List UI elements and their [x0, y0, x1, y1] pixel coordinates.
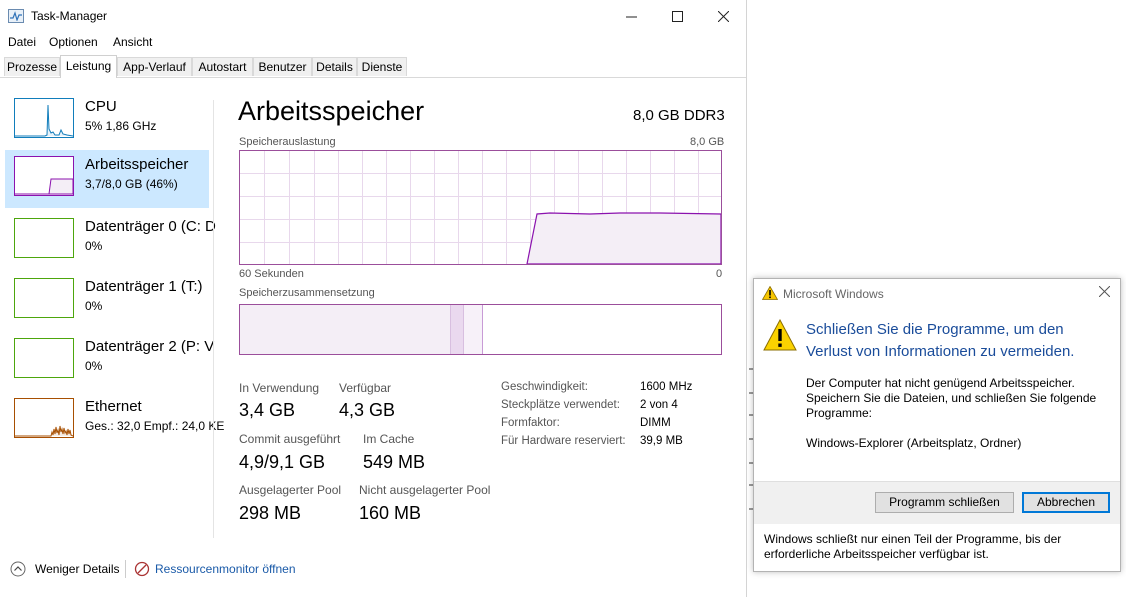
stat-committed-label: Commit ausgeführt [239, 432, 341, 446]
sidebar-item-sub: 0% [85, 239, 103, 253]
sidebar-item-name: Ethernet [85, 398, 142, 415]
detail-slots-key: Steckplätze verwendet: [501, 399, 620, 411]
dialog-program-name: Windows-Explorer (Arbeitsplatz, Ordner) [806, 436, 1022, 450]
menu-ansicht[interactable]: Ansicht [113, 35, 152, 49]
composition-in-use [240, 305, 451, 354]
dialog-body: Der Computer hat nicht genügend Arbeitss… [806, 376, 1097, 420]
stat-committed-value: 4,9/9,1 GB [239, 452, 326, 472]
tab-benutzer[interactable]: Benutzer [253, 57, 312, 76]
usage-graph-max: 8,0 GB [690, 136, 725, 148]
composition-standby [464, 305, 483, 354]
usage-graph-time-right: 0 [716, 268, 723, 280]
sidebar-item-name: CPU [85, 98, 117, 115]
page-title: Arbeitsspeicher [238, 96, 425, 126]
detail-reserved-key: Für Hardware reserviert: [501, 435, 626, 447]
sidebar-divider [213, 100, 214, 538]
dialog-close-button[interactable] [1098, 284, 1111, 301]
fewer-details-button[interactable] [10, 561, 26, 577]
tab-dienste[interactable]: Dienste [357, 57, 407, 76]
close-icon [717, 10, 729, 22]
task-manager-window: Task-Manager Datei Optionen Ansicht Proz… [0, 0, 747, 597]
close-button[interactable] [700, 0, 746, 32]
composition-label: Speicherzusammensetzung [239, 287, 375, 299]
sidebar-item-ethernet[interactable]: Ethernet Ges.: 32,0 Empf.: 24,0 KE [5, 392, 224, 450]
sidebar-item-arbeitsspeicher[interactable]: Arbeitsspeicher 3,7/8,0 GB (46%) [5, 150, 209, 208]
title-bar: Task-Manager [0, 0, 746, 32]
cancel-button[interactable]: Abbrechen [1022, 492, 1110, 513]
sidebar-item-name: Datenträger 0 (C: D [85, 218, 216, 235]
sidebar-item-cpu[interactable]: CPU 5% 1,86 GHz [5, 92, 209, 150]
stat-paged-pool-value: 298 MB [239, 503, 302, 523]
tab-autostart[interactable]: Autostart [192, 57, 253, 76]
sidebar-item-sub: Ges.: 32,0 Empf.: 24,0 KE [85, 419, 225, 433]
ethernet-thumbnail-graph [14, 398, 74, 438]
detail-reserved-value: 39,9 MB [640, 435, 683, 447]
sidebar-item-sub: 5% 1,86 GHz [85, 119, 157, 133]
stat-available-value: 4,3 GB [339, 400, 396, 420]
close-program-button[interactable]: Programm schließen [875, 492, 1014, 513]
memory-capacity: 8,0 GB DDR3 [633, 107, 725, 124]
minimize-icon [625, 16, 637, 17]
menu-optionen[interactable]: Optionen [49, 35, 98, 49]
menu-bar: Datei Optionen Ansicht [0, 33, 746, 51]
stat-in-use-label: In Verwendung [239, 381, 320, 395]
footer-divider [125, 560, 126, 578]
minimize-button[interactable] [608, 0, 654, 32]
memory-usage-graph [239, 150, 722, 265]
dialog-button-bar: Programm schließen Abbrechen [754, 481, 1120, 524]
tab-prozesse[interactable]: Prozesse [4, 57, 60, 76]
usage-graph-label: Speicherauslastung [239, 136, 336, 148]
task-manager-icon [8, 9, 24, 23]
detail-speed-key: Geschwindigkeit: [501, 381, 588, 393]
sidebar-item-sub: 3,7/8,0 GB (46%) [85, 177, 178, 191]
cpu-thumbnail-graph [14, 98, 74, 138]
fewer-details-link[interactable]: Weniger Details [35, 562, 119, 576]
tab-details[interactable]: Details [312, 57, 357, 76]
disk-2-thumbnail-graph [14, 338, 74, 378]
disk-0-thumbnail-graph [14, 218, 74, 258]
dialog-heading: Schließen Sie die Programme, um den Verl… [806, 321, 1075, 360]
usage-graph-time-left: 60 Sekunden [239, 268, 304, 280]
stat-in-use-value: 3,4 GB [239, 400, 296, 420]
dialog-note: Windows schließt nur einen Teil der Prog… [764, 532, 1062, 561]
dialog-title: Microsoft Windows [783, 287, 884, 301]
tab-strip: Prozesse Leistung App-Verlauf Autostart … [0, 55, 746, 78]
menu-datei[interactable]: Datei [8, 35, 36, 49]
sidebar-item-name: Datenträger 2 (P: V [85, 338, 215, 355]
stat-cached-label: Im Cache [363, 432, 415, 446]
stat-nonpaged-pool-value: 160 MB [359, 503, 422, 523]
close-icon [1098, 285, 1111, 298]
resource-monitor-icon [134, 561, 150, 577]
tab-app-verlauf[interactable]: App-Verlauf [117, 57, 192, 76]
stat-paged-pool-label: Ausgelagerter Pool [239, 483, 342, 497]
footer-bar: Weniger Details Ressourcenmonitor öffnen [0, 553, 746, 583]
detail-speed-value: 1600 MHz [640, 381, 693, 393]
sidebar-item-datentraeger-2[interactable]: Datenträger 2 (P: V 0% [5, 332, 214, 390]
tab-leistung[interactable]: Leistung [60, 55, 117, 78]
stat-nonpaged-pool-label: Nicht ausgelagerter Pool [359, 483, 491, 497]
sidebar-item-sub: 0% [85, 299, 103, 313]
stat-cached-value: 549 MB [363, 452, 426, 472]
resource-monitor-link[interactable]: Ressourcenmonitor öffnen [155, 562, 296, 576]
chevron-up-icon [10, 561, 26, 577]
sidebar-item-name: Arbeitsspeicher [85, 156, 189, 173]
warning-large-icon [763, 319, 797, 351]
warning-icon [762, 286, 778, 300]
detail-slots-value: 2 von 4 [640, 399, 678, 411]
memory-composition-bar [239, 304, 722, 355]
composition-modified [451, 305, 464, 354]
window-title: Task-Manager [31, 9, 108, 23]
maximize-icon [671, 10, 683, 22]
detail-formfactor-key: Formfaktor: [501, 417, 560, 429]
low-memory-dialog: Microsoft Windows Schließen Sie die Prog… [753, 278, 1121, 572]
sidebar-item-datentraeger-0[interactable]: Datenträger 0 (C: D 0% [5, 212, 216, 270]
disk-1-thumbnail-graph [14, 278, 74, 318]
detail-formfactor-value: DIMM [640, 417, 671, 429]
memory-thumbnail-graph [14, 156, 74, 196]
sidebar-item-name: Datenträger 1 (T:) [85, 278, 203, 295]
stat-available-label: Verfügbar [339, 381, 392, 395]
sidebar-item-sub: 0% [85, 359, 103, 373]
sidebar-item-datentraeger-1[interactable]: Datenträger 1 (T:) 0% [5, 272, 209, 330]
maximize-button[interactable] [654, 0, 700, 32]
